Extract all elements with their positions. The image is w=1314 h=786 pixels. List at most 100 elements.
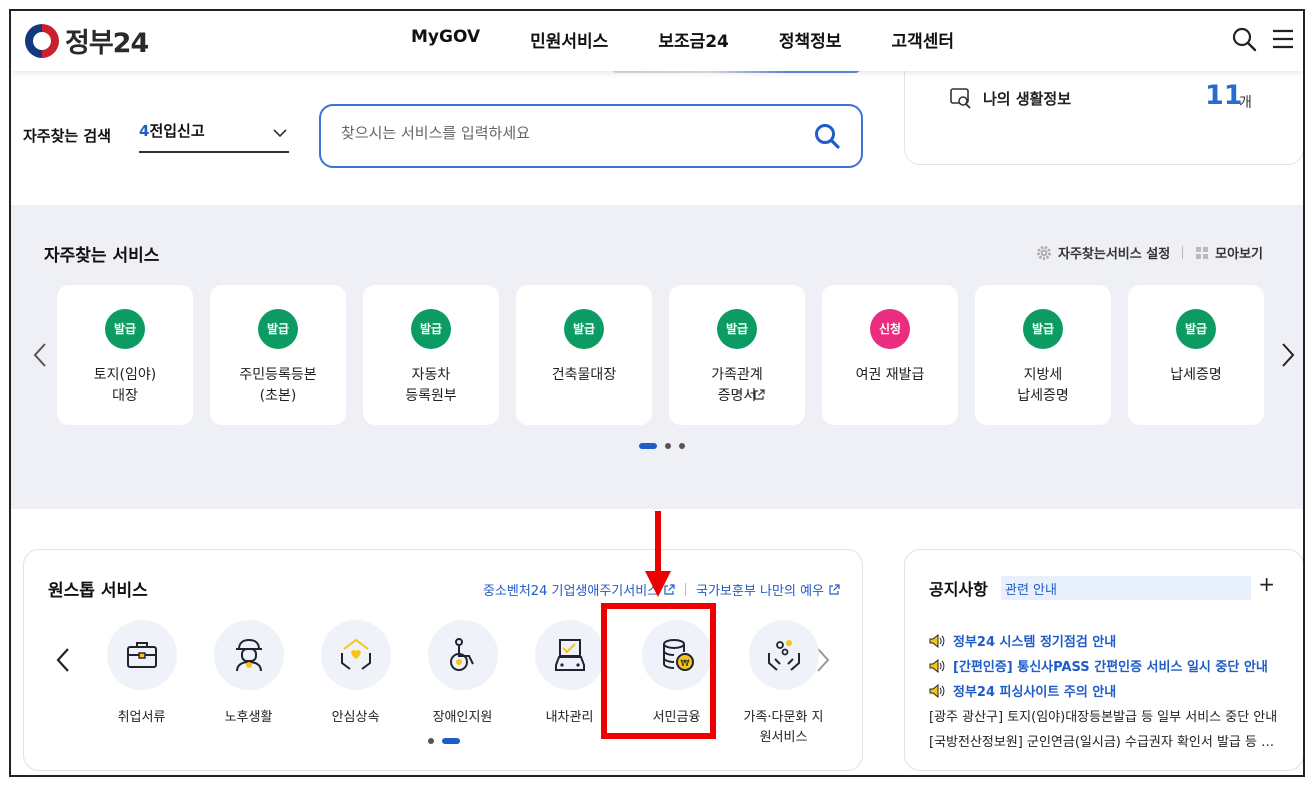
notice-item[interactable]: 정부24 피싱사이트 주의 안내 — [929, 678, 1279, 703]
view-all-link[interactable]: 모아보기 — [1195, 243, 1263, 262]
issue-badge: 발급 — [564, 309, 604, 349]
divider — [1182, 246, 1184, 259]
icon-circle — [106, 620, 177, 690]
notice-section: 공지사항 관련 안내 + 정부24 시스템 정기점검 안내 [간편인증] 통신사… — [904, 549, 1303, 771]
logo-emblem-icon — [25, 23, 59, 58]
menu-icon[interactable] — [1269, 25, 1297, 53]
search-submit-icon[interactable] — [813, 122, 841, 150]
issue-badge: 발급 — [258, 309, 298, 349]
search-document-icon — [950, 88, 971, 109]
one-stop-family-multicultural[interactable]: 가족·다문화 지 원서비스 — [730, 620, 837, 750]
service-card-resident-register[interactable]: 발급 주민등록등본 (초본) — [210, 285, 346, 425]
service-card-local-tax-certificate[interactable]: 발급 지방세 납세증명 — [975, 285, 1111, 425]
notice-item[interactable]: [간편인증] 통신사PASS 간편인증 서비스 일시 중단 안내 — [929, 653, 1279, 678]
issue-badge: 발급 — [105, 309, 145, 349]
icon-circle — [748, 620, 819, 690]
frequent-search-rank: 4 — [139, 122, 150, 140]
chevron-left-icon[interactable] — [31, 341, 51, 369]
chevron-down-icon — [273, 129, 287, 138]
service-card-label: 지방세 납세증명 — [1017, 367, 1069, 404]
search-box — [319, 104, 863, 168]
one-stop-label: 가족·다문화 지 원서비스 — [743, 710, 824, 745]
notice-tab-related[interactable]: 관련 안내 — [1001, 576, 1251, 600]
frequent-search-term: 전입신고 — [149, 122, 205, 140]
sme-lifecycle-label: 중소벤처24 기업생애주기서비스 — [482, 584, 660, 599]
service-card-label: 여권 재발급 — [855, 367, 925, 383]
service-card-tax-certificate[interactable]: 발급 납세증명 — [1128, 285, 1264, 425]
chevron-right-icon[interactable] — [1277, 341, 1297, 369]
speaker-icon — [929, 658, 945, 673]
one-stop-safe-inheritance[interactable]: 안심상속 — [302, 620, 409, 750]
notice-item-text: 정부24 시스템 정기점검 안내 — [953, 635, 1117, 650]
one-stop-items: 취업서류 노후생활 안심상속 장애인지원 내차관리 ₩ 서민금융 가족·다문화 … — [88, 620, 837, 750]
frequent-search-select[interactable]: 4전입신고 — [139, 120, 289, 153]
one-stop-employment-docs[interactable]: 취업서류 — [88, 620, 195, 750]
main-nav: MyGOV 민원서비스 보조금24 정책정보 고객센터 — [411, 27, 1004, 52]
service-card-building-register[interactable]: 발급 건축물대장 — [516, 285, 652, 425]
issue-badge: 발급 — [1176, 309, 1216, 349]
notice-title: 공지사항 — [929, 580, 988, 599]
pagination-dot[interactable] — [679, 443, 685, 449]
one-stop-retirement-life[interactable]: 노후생활 — [195, 620, 302, 750]
icon-circle — [427, 620, 498, 690]
page-frame: 정부24 MyGOV 민원서비스 보조금24 정책정보 고객센터 자주찾는 검색… — [9, 9, 1305, 777]
notice-item-text: 정부24 피싱사이트 주의 안내 — [953, 685, 1117, 700]
nav-customer-center[interactable]: 고객센터 — [891, 27, 954, 52]
wheelchair-icon — [449, 638, 474, 671]
logo[interactable]: 정부24 — [25, 21, 149, 60]
issue-badge: 발급 — [1023, 309, 1063, 349]
frequent-services-cards: 발급 토지(임야) 대장 발급 주민등록등본 (초본) 발급 자동차 등록원부 … — [57, 285, 1264, 425]
pagination-dot-active[interactable] — [639, 443, 657, 449]
nav-policy[interactable]: 정책정보 — [779, 27, 842, 52]
one-stop-pagination — [428, 738, 460, 744]
veterans-honor-link[interactable]: 국가보훈부 나만의 예우 — [696, 580, 840, 599]
notice-item[interactable]: [광주 광산구] 토지(임야)대장등본발급 등 일부 서비스 중단 안내 — [929, 703, 1279, 728]
one-stop-label: 장애인지원 — [432, 710, 493, 725]
frequent-services-links: 자주찾는서비스 설정 모아보기 — [1036, 243, 1263, 262]
divider — [685, 583, 687, 596]
search-icon[interactable] — [1230, 25, 1258, 53]
service-card-land-register[interactable]: 발급 토지(임야) 대장 — [57, 285, 193, 425]
service-card-label: 건축물대장 — [551, 367, 617, 383]
service-card-family-certificate[interactable]: 발급 가족관계 증명서 — [669, 285, 805, 425]
nav-mygov[interactable]: MyGOV — [411, 27, 480, 52]
notice-item[interactable]: [국방전산정보원] 군인연금(일시금) 수급권자 확인서 발급 등 일부 서비스… — [929, 728, 1279, 753]
pagination-dot-active[interactable] — [442, 738, 460, 744]
briefcase-icon — [126, 642, 157, 668]
one-stop-label: 노후생활 — [224, 710, 273, 725]
service-card-label: 납세증명 — [1170, 367, 1222, 383]
my-life-info-label: 나의 생활정보 — [983, 90, 1072, 108]
pagination-dot[interactable] — [665, 443, 671, 449]
annotation-highlight-box — [601, 603, 716, 739]
frequent-services-settings-label: 자주찾는서비스 설정 — [1057, 247, 1171, 262]
one-stop-disability-support[interactable]: 장애인지원 — [409, 620, 516, 750]
view-all-label: 모아보기 — [1215, 247, 1263, 262]
notice-list: 정부24 시스템 정기점검 안내 [간편인증] 통신사PASS 간편인증 서비스… — [929, 628, 1279, 753]
notice-item[interactable]: 정부24 시스템 정기점검 안내 — [929, 628, 1279, 653]
nav-civil-service[interactable]: 민원서비스 — [530, 27, 608, 52]
carousel-pagination — [639, 443, 685, 449]
frequent-services-settings-link[interactable]: 자주찾는서비스 설정 — [1036, 243, 1170, 262]
chevron-left-icon[interactable] — [54, 646, 74, 674]
speaker-icon — [929, 683, 945, 698]
notice-item-text: [국방전산정보원] 군인연금(일시금) 수급권자 확인서 발급 등 일부 서비스… — [929, 735, 1279, 750]
search-input[interactable] — [341, 124, 781, 142]
one-stop-services-section: 원스톱 서비스 중소벤처24 기업생애주기서비스 국가보훈부 나만의 예우 취업… — [23, 549, 863, 771]
frequent-services-section: 자주찾는 서비스 자주찾는서비스 설정 모아보기 발급 토지(임야) 대장 발급… — [11, 205, 1303, 509]
one-stop-label: 취업서류 — [117, 710, 166, 725]
pagination-dot[interactable] — [428, 738, 434, 744]
notice-more-button[interactable]: + — [1258, 572, 1275, 596]
nav-subsidy[interactable]: 보조금24 — [658, 27, 729, 52]
service-card-label: 가족관계 증명서 — [711, 367, 763, 404]
service-card-passport-reissue[interactable]: 신청 여권 재발급 — [822, 285, 958, 425]
speaker-icon — [929, 633, 945, 648]
logo-text: 정부24 — [65, 28, 149, 59]
icon-circle — [320, 620, 391, 690]
service-card-vehicle-register[interactable]: 발급 자동차 등록원부 — [363, 285, 499, 425]
icon-circle — [534, 620, 605, 690]
veterans-honor-label: 국가보훈부 나만의 예우 — [696, 584, 824, 599]
annotation-arrow-icon — [645, 511, 671, 597]
external-link-icon — [754, 389, 765, 400]
service-card-label: 주민등록등본 (초본) — [239, 367, 317, 404]
grid-icon — [1196, 246, 1209, 259]
